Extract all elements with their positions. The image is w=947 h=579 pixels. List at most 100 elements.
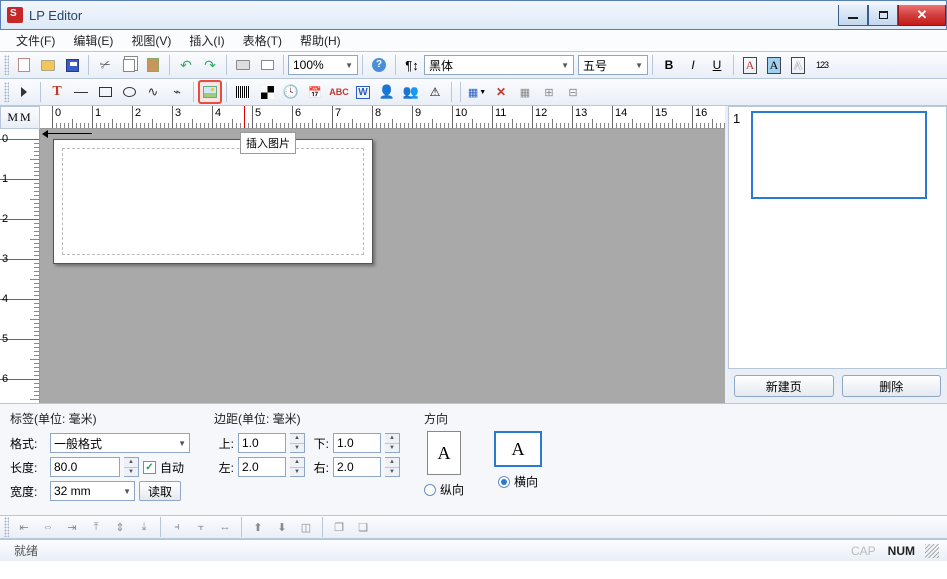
merge-cells-button[interactable]: ⊞ [538,81,560,103]
thumbnail-list[interactable]: 1 [728,106,947,369]
distribute-h-button[interactable]: ⫞ [166,516,188,538]
bring-front-button[interactable]: ⬆ [247,516,269,538]
thumbnail-preview[interactable] [751,111,927,199]
ruler-cursor-indicator [244,106,245,128]
highlight-button[interactable]: A [763,54,785,76]
line-tool[interactable] [70,81,92,103]
margin-bottom-spinner[interactable]: ▲▼ [385,433,400,453]
maximize-button[interactable] [868,5,898,26]
redo-button[interactable]: ↷ [199,54,221,76]
menu-view[interactable]: 视图(V) [123,30,179,51]
open-button[interactable] [37,54,59,76]
zoom-combo[interactable]: 100%▼ [288,55,358,75]
font-size-combo[interactable]: 五号▼ [578,55,648,75]
same-width-button[interactable]: ↔ [214,516,236,538]
table-button[interactable]: ▦▼ [466,81,488,103]
margin-right-label: 右: [309,459,329,476]
menu-file[interactable]: 文件(F) [8,30,63,51]
delete-cell-button[interactable]: ✕ [490,81,512,103]
new-page-button[interactable]: 新建页 [734,375,834,397]
warning-icon[interactable]: ⚠ [424,81,446,103]
copy-format-button[interactable]: ❐ [328,516,350,538]
align-bottom-button[interactable]: ⤓ [133,516,155,538]
table-props-button[interactable]: ▦ [514,81,536,103]
polyline-tool[interactable]: ⌁ [166,81,188,103]
paste-button[interactable] [142,54,164,76]
format-select[interactable]: 一般格式▼ [50,433,190,453]
help-button[interactable]: ? [368,54,390,76]
align-left-button[interactable]: ⇤ [13,516,35,538]
margin-top-input[interactable]: 1.0 [238,433,286,453]
print-button[interactable] [232,54,254,76]
distribute-v-button[interactable]: ⫟ [190,516,212,538]
menu-insert[interactable]: 插入(I) [181,30,232,51]
width-select[interactable]: 32 mm▼ [50,481,135,501]
toolbar-grip[interactable] [4,82,9,102]
barcode-button[interactable] [232,81,254,103]
margin-left-spinner[interactable]: ▲▼ [290,457,305,477]
horizontal-ruler[interactable]: 01234567891011121314151617 [40,106,725,129]
menu-table[interactable]: 表格(T) [235,30,290,51]
split-cells-button[interactable]: ⊟ [562,81,584,103]
align-top-button[interactable]: ⤒ [85,516,107,538]
underline-button[interactable]: U [706,54,728,76]
curve-tool[interactable]: ∿ [142,81,164,103]
word-button[interactable]: W [352,81,374,103]
label-page[interactable] [53,139,373,264]
qrcode-button[interactable] [256,81,278,103]
align-right-button[interactable]: ⇥ [61,516,83,538]
align-center-h-button[interactable]: ⇔ [37,516,59,538]
margin-right-input[interactable]: 2.0 [333,457,381,477]
margin-top-spinner[interactable]: ▲▼ [290,433,305,453]
minimize-button[interactable] [838,5,868,26]
save-button[interactable] [61,54,83,76]
text-tool[interactable]: T [46,81,68,103]
rectangle-tool[interactable] [94,81,116,103]
copy-button[interactable] [118,54,140,76]
person2-icon[interactable]: 👥 [400,81,422,103]
new-button[interactable] [13,54,35,76]
delete-page-button[interactable]: 删除 [842,375,942,397]
bold-button[interactable]: B [658,54,680,76]
pointer-tool[interactable] [13,81,35,103]
vertical-ruler[interactable]: 01234567 [0,129,40,403]
thumbnail-item[interactable]: 1 [733,111,942,199]
auto-checkbox[interactable]: ✓ [143,461,156,474]
margin-left-input[interactable]: 2.0 [238,457,286,477]
char-spacing-button[interactable]: 123 [811,54,833,76]
cut-button[interactable]: ✂ [94,54,116,76]
ellipse-tool[interactable] [118,81,140,103]
landscape-option[interactable]: A 横向 [494,431,542,490]
menu-help[interactable]: 帮助(H) [292,30,349,51]
margin-bottom-input[interactable]: 1.0 [333,433,381,453]
align-middle-button[interactable]: ⇕ [109,516,131,538]
length-input[interactable]: 80.0 [50,457,120,477]
print-preview-button[interactable] [256,54,278,76]
close-button[interactable]: ✕ [898,5,946,26]
font-color-button[interactable]: A [739,54,761,76]
portrait-option[interactable]: A 纵向 [424,431,464,498]
menu-edit[interactable]: 编辑(E) [65,30,121,51]
person1-icon[interactable]: 👤 [376,81,398,103]
paste-format-button[interactable]: ❏ [352,516,374,538]
font-family-combo[interactable]: 黑体▼ [424,55,574,75]
undo-button[interactable]: ↶ [175,54,197,76]
line-spacing-button[interactable]: ¶↕ [401,54,423,76]
calendar-button[interactable]: 📅 [304,81,326,103]
canvas-area[interactable]: 插入图片 [40,129,725,403]
length-spinner[interactable]: ▲▼ [124,457,139,477]
toolbar-grip[interactable] [4,55,9,75]
landscape-radio[interactable] [498,476,510,488]
margin-right-spinner[interactable]: ▲▼ [385,457,400,477]
italic-button[interactable]: I [682,54,704,76]
insert-image-button[interactable] [199,81,221,103]
toolbar-grip[interactable] [4,517,9,537]
portrait-radio[interactable] [424,484,436,496]
clock-button[interactable]: 🕓 [280,81,302,103]
send-back-button[interactable]: ⬇ [271,516,293,538]
abc-button[interactable]: ABC [328,81,350,103]
resize-grip[interactable] [925,544,939,558]
group-button[interactable]: ◫ [295,516,317,538]
read-button[interactable]: 读取 [139,481,181,501]
outline-font-button[interactable]: A [787,54,809,76]
